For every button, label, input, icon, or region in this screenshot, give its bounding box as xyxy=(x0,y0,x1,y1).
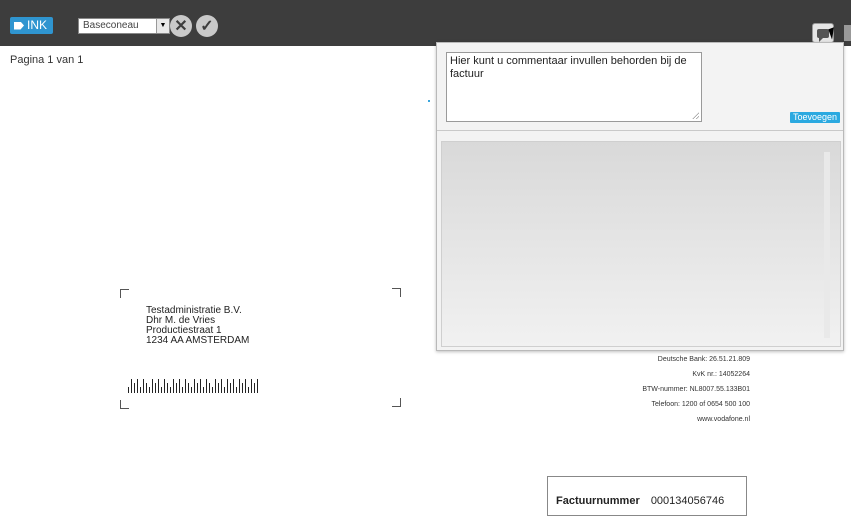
close-icon: ✕ xyxy=(174,18,188,35)
company-info-line: BTW-nummer: NL8007.55.133B01 xyxy=(642,386,750,393)
address-window-corner xyxy=(120,289,129,298)
panel-divider xyxy=(437,130,843,131)
postal-barcode xyxy=(128,379,258,393)
invoice-number-value: 000134056746 xyxy=(650,495,725,507)
company-info-line: Telefoon: 1200 of 0654 500 100 xyxy=(651,401,750,408)
company-info-line: www.vodafone.nl xyxy=(697,416,750,423)
comment-panel: Hier kunt u commentaar invullen behorden… xyxy=(436,42,844,351)
checkmark-icon: ✓ xyxy=(200,18,214,35)
page-counter: Pagina 1 van 1 xyxy=(10,54,84,66)
resize-grip-icon[interactable] xyxy=(692,112,699,119)
address-window-corner xyxy=(392,398,401,407)
address-line: 1234 AA AMSTERDAM xyxy=(146,335,250,346)
toolbar-edge-button[interactable] xyxy=(844,25,851,41)
company-info-line: Deutsche Bank: 26.51.21.809 xyxy=(657,356,750,363)
comment-bubble-icon xyxy=(817,28,829,42)
invoice-number-box: Factuurnummer 000134056746 xyxy=(547,476,747,516)
address-window-corner xyxy=(392,288,401,297)
toolbar: INK Baseconeau ▼ ✕ ✓ xyxy=(0,0,851,46)
invoice-number-label: Factuurnummer xyxy=(556,495,640,507)
comment-placeholder: Hier kunt u commentaar invullen behorden… xyxy=(450,55,687,80)
ink-button[interactable]: INK xyxy=(10,17,54,34)
company-info: Deutsche Bank: 26.51.21.809 KvK nr.: 140… xyxy=(600,352,750,427)
recipient-address: Testadministratie B.V. Dhr M. de Vries P… xyxy=(146,306,249,346)
reject-button[interactable]: ✕ xyxy=(170,15,192,37)
address-window-corner xyxy=(120,400,129,409)
administration-select-value: Baseconeau xyxy=(83,20,139,31)
comment-list-scrollbar[interactable] xyxy=(824,152,830,338)
comment-list xyxy=(441,141,841,347)
marker-dot xyxy=(428,100,430,102)
add-comment-button[interactable]: Toevoegen xyxy=(790,112,841,123)
chevron-down-icon[interactable]: ▼ xyxy=(156,19,169,33)
company-info-line: KvK nr.: 14052264 xyxy=(692,371,750,378)
approve-button[interactable]: ✓ xyxy=(196,15,218,37)
tag-icon xyxy=(14,21,24,30)
administration-select[interactable]: Baseconeau ▼ xyxy=(78,18,170,34)
ink-label: INK xyxy=(27,18,48,32)
comment-textarea[interactable]: Hier kunt u commentaar invullen behorden… xyxy=(446,52,702,122)
